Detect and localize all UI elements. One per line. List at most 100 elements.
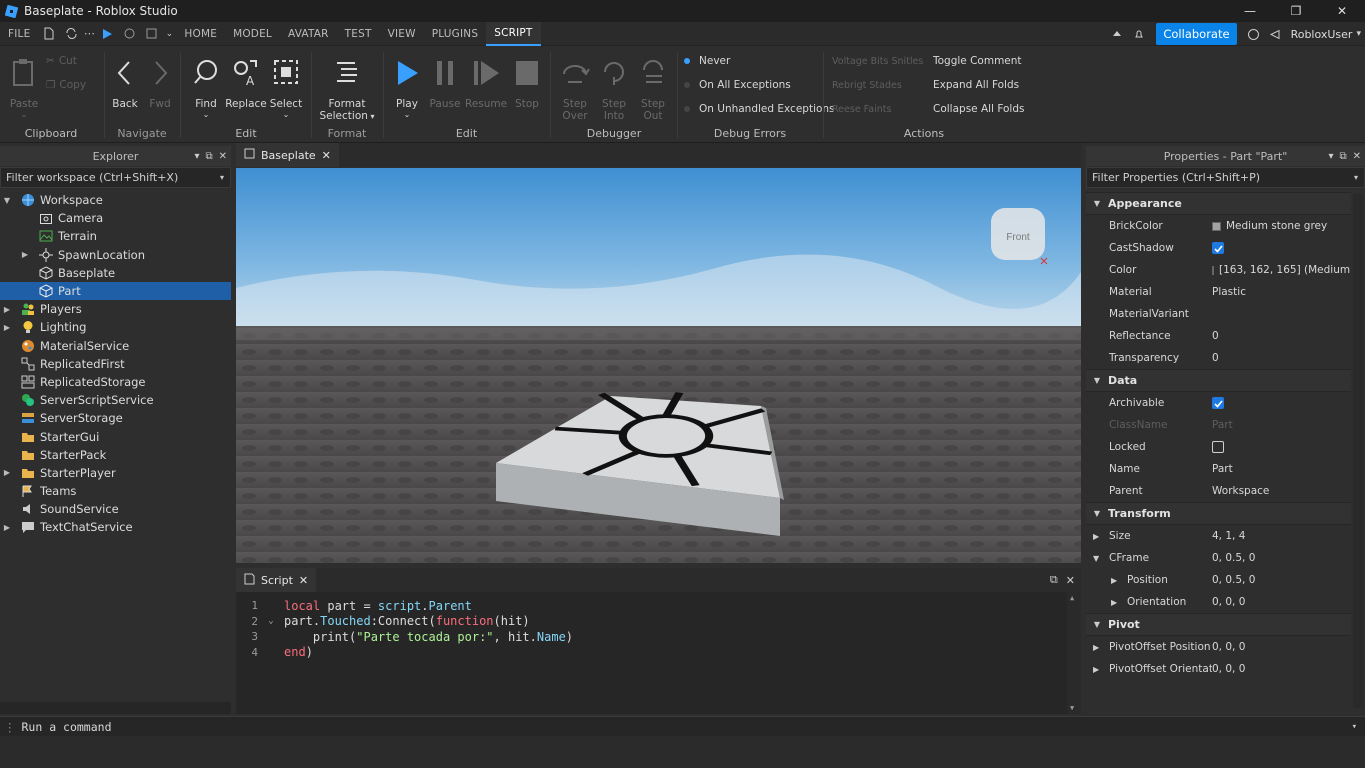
tab-view[interactable]: VIEW	[380, 22, 424, 46]
pause-button[interactable]: Pause	[427, 56, 463, 110]
prop-transparency[interactable]: Transparency 0	[1086, 347, 1351, 369]
explorer-filter-input[interactable]: Filter workspace (Ctrl+Shift+X) ▾	[0, 167, 231, 188]
expand-all-folds-button[interactable]: Expand All Folds	[933, 79, 1019, 91]
properties-filter-input[interactable]: Filter Properties (Ctrl+Shift+P) ▾	[1086, 167, 1365, 188]
tree-item-lighting[interactable]: ▶ Lighting	[0, 318, 231, 336]
explorer-menu-icon[interactable]: ▾	[194, 151, 199, 162]
format-selection-button[interactable]: Format Selection ▾	[316, 56, 378, 122]
undock-icon[interactable]: ⧉	[1339, 151, 1346, 162]
prop-size[interactable]: ▶ Size 4, 1, 4	[1086, 525, 1351, 547]
sync-icon[interactable]	[60, 22, 82, 46]
tree-item-materialservice[interactable]: MaterialService	[0, 337, 231, 355]
tree-item-terrain[interactable]: Terrain	[0, 227, 231, 245]
publish-icon[interactable]	[118, 22, 140, 46]
tree-item-startergui[interactable]: StarterGui	[0, 427, 231, 445]
tab-script-editor[interactable]: Script ✕	[236, 568, 317, 592]
collaborate-button[interactable]: Collaborate	[1156, 23, 1237, 45]
prop-brickcolor[interactable]: BrickColor Medium stone grey	[1086, 215, 1351, 237]
tree-item-workspace[interactable]: ▼ Workspace	[0, 191, 231, 209]
tree-item-baseplate[interactable]: Baseplate	[0, 264, 231, 282]
archivable-checkbox[interactable]	[1212, 397, 1224, 409]
user-chevron-icon[interactable]: ▾	[1356, 29, 1361, 39]
stop-button[interactable]: Stop	[509, 56, 545, 110]
tree-item-serverscriptservice[interactable]: ServerScriptService	[0, 391, 231, 409]
select-button[interactable]: Select ⌄	[268, 56, 304, 119]
section-pivot[interactable]: ▼ Pivot	[1086, 613, 1351, 636]
back-button[interactable]: Back	[108, 56, 142, 110]
cut-button[interactable]: ✂ Cut	[46, 55, 77, 67]
unhandled-exceptions-option[interactable]: On Unhandled Exceptions	[684, 103, 835, 115]
filter-dropdown-icon[interactable]: ▾	[220, 173, 224, 182]
command-input[interactable]: Run a command	[22, 720, 112, 734]
close-tab-icon[interactable]: ✕	[322, 149, 331, 162]
prop-cframe[interactable]: ▼ CFrame 0, 0.5, 0	[1086, 547, 1351, 569]
tree-item-soundservice[interactable]: SoundService	[0, 500, 231, 518]
tree-item-replicatedfirst[interactable]: ReplicatedFirst	[0, 355, 231, 373]
resume-button[interactable]: Resume	[465, 56, 507, 110]
prop-materialvariant[interactable]: MaterialVariant	[1086, 303, 1351, 325]
tab-script[interactable]: SCRIPT	[486, 21, 541, 46]
tab-test[interactable]: TEST	[337, 22, 380, 46]
tree-item-part[interactable]: Part	[0, 281, 231, 301]
section-transform[interactable]: ▼ Transform	[1086, 502, 1351, 525]
tree-item-starterpack[interactable]: StarterPack	[0, 446, 231, 464]
tree-item-players[interactable]: ▶ Players	[0, 300, 231, 318]
tree-item-spawnlocation[interactable]: ▶ SpawnLocation	[0, 246, 231, 264]
copy-button[interactable]: ❐ Copy	[46, 79, 86, 91]
toggle-comment-button[interactable]: Toggle Comment	[933, 55, 1022, 67]
code-editor[interactable]: 1 local part = script.Parent 2 ⌄ part.Touche…	[236, 592, 1081, 714]
filter-dropdown-icon[interactable]: ▾	[1354, 173, 1358, 182]
tab-avatar[interactable]: AVATAR	[280, 22, 337, 46]
replace-button[interactable]: A Replace	[224, 56, 268, 110]
tab-file[interactable]: FILE	[0, 22, 38, 46]
customize-chevron-icon[interactable]: ⌄	[162, 22, 176, 46]
properties-menu-icon[interactable]: ▾	[1328, 151, 1333, 162]
editor-vertical-scrollbar[interactable]: ▲ ▼	[1067, 592, 1081, 714]
color-swatch[interactable]	[1212, 221, 1221, 231]
prop-name[interactable]: Name Part	[1086, 458, 1351, 480]
code-line[interactable]: 4 end)	[236, 645, 313, 661]
close-window-button[interactable]: ✕	[1319, 0, 1365, 22]
code-line[interactable]: 2 ⌄ part.Touched:Connect(function(hit)	[236, 614, 529, 630]
share-icon[interactable]	[1265, 22, 1287, 46]
prop-position[interactable]: ▶ Position 0, 0.5, 0	[1086, 569, 1351, 591]
undock-icon[interactable]: ⧉	[205, 151, 212, 162]
close-icon[interactable]: ✕	[1353, 151, 1361, 162]
minimize-button[interactable]: —	[1227, 0, 1273, 22]
tree-item-serverstorage[interactable]: ServerStorage	[0, 409, 231, 427]
tree-item-replicatedstorage[interactable]: ReplicatedStorage	[0, 373, 231, 391]
all-exceptions-option[interactable]: On All Exceptions	[684, 79, 791, 91]
command-dropdown-icon[interactable]: ▾	[1352, 722, 1357, 732]
cloud-icon[interactable]	[1106, 22, 1128, 46]
tree-item-camera[interactable]: Camera	[0, 209, 231, 227]
user-name[interactable]: RobloxUser	[1291, 28, 1353, 41]
command-bar[interactable]: ⋮ Run a command ▾	[0, 716, 1365, 736]
color-swatch[interactable]	[1212, 265, 1214, 275]
code-line[interactable]: 1 local part = script.Parent	[236, 598, 472, 614]
prop-material[interactable]: Material Plastic	[1086, 281, 1351, 303]
castshadow-checkbox[interactable]	[1212, 242, 1224, 254]
close-tab-icon[interactable]: ✕	[299, 574, 308, 587]
export-icon[interactable]	[140, 22, 162, 46]
paste-button[interactable]: Paste ⌄	[6, 56, 42, 119]
tab-plugins[interactable]: PLUGINS	[424, 22, 487, 46]
3d-viewport[interactable]: Front	[236, 168, 1081, 563]
more-icon[interactable]: ⋯	[82, 22, 96, 46]
play-icon[interactable]	[96, 22, 118, 46]
explorer-horizontal-scrollbar[interactable]	[0, 702, 231, 714]
section-data[interactable]: ▼ Data	[1086, 369, 1351, 392]
find-button[interactable]: Find ⌄	[188, 56, 224, 119]
tree-item-textchatservice[interactable]: ▶ TextChatService	[0, 518, 231, 536]
close-icon[interactable]: ✕	[1066, 574, 1075, 587]
undock-icon[interactable]: ⧉	[1050, 573, 1058, 587]
prop-pivotoffset-orientation[interactable]: ▶PivotOffset Orientation0, 0, 0	[1086, 658, 1351, 680]
prop-reflectance[interactable]: Reflectance 0	[1086, 325, 1351, 347]
properties-vertical-scrollbar[interactable]	[1353, 194, 1363, 708]
notification-icon[interactable]	[1128, 22, 1150, 46]
help-icon[interactable]	[1243, 22, 1265, 46]
step-into-button[interactable]: Step Into	[595, 56, 633, 122]
prop-color[interactable]: Color [163, 162, 165] (Medium...	[1086, 259, 1351, 281]
prop-orientation[interactable]: ▶ Orientation 0, 0, 0	[1086, 591, 1351, 613]
step-out-button[interactable]: Step Out	[634, 56, 672, 122]
fold-chevron-icon[interactable]: ⌄	[258, 616, 284, 626]
